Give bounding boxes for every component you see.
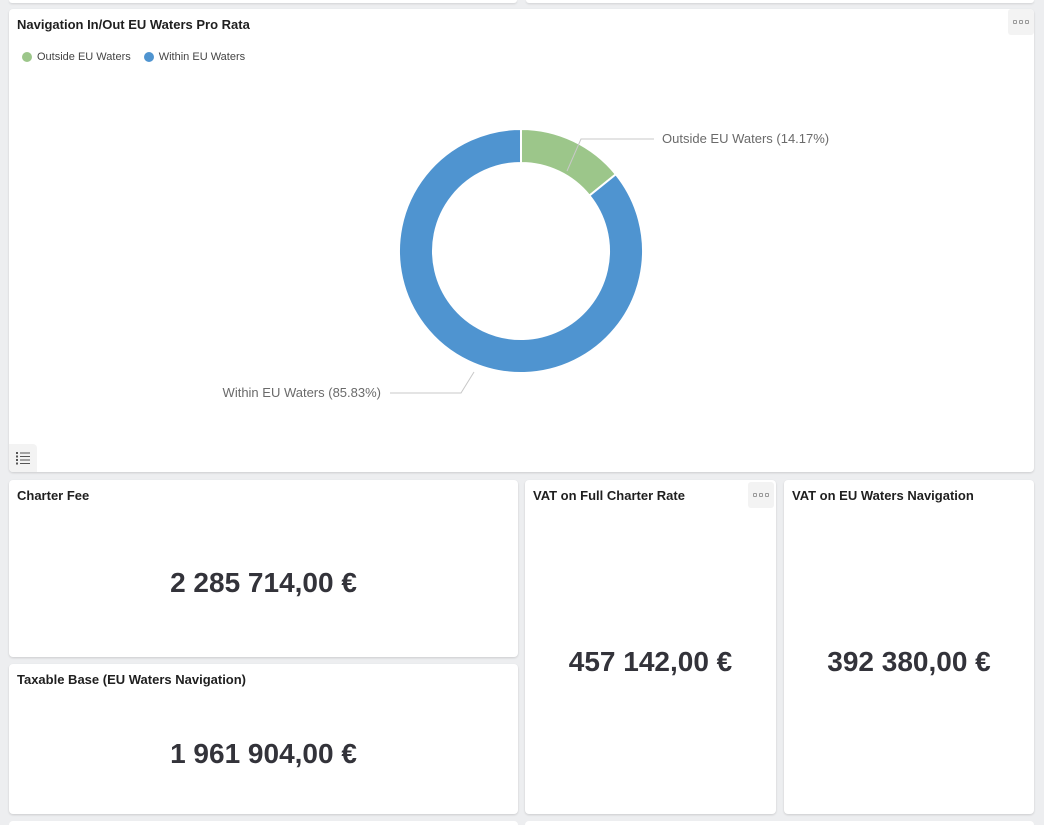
- previous-card-left-edge: [9, 0, 517, 3]
- vat-eu-navigation-title: VAT on EU Waters Navigation: [792, 488, 974, 503]
- slice-label-within-eu: Within EU Waters (85.83%): [223, 385, 381, 400]
- taxable-base-title: Taxable Base (EU Waters Navigation): [17, 672, 247, 687]
- next-card-right-edge: [525, 821, 1034, 825]
- next-card-left-edge: [9, 821, 518, 825]
- list-icon: [16, 452, 30, 465]
- charter-fee-value: 2 285 714,00 €: [170, 567, 357, 598]
- vat-full-charter-menu-button[interactable]: [748, 482, 774, 508]
- more-options-icon: [759, 493, 763, 497]
- vat-eu-navigation-card: VAT on EU Waters Navigation 392 380,00 €: [784, 480, 1034, 814]
- slice-label-outside-eu: Outside EU Waters (14.17%): [662, 131, 829, 146]
- vat-full-charter-value: 457 142,00 €: [568, 646, 733, 677]
- leader-line-within-eu: [390, 371, 475, 394]
- donut-chart: Outside EU Waters (14.17%) Within EU Wat…: [223, 127, 829, 400]
- donut-slices: [398, 127, 644, 374]
- charter-fee-title: Charter Fee: [17, 488, 90, 503]
- vat-full-charter-title: VAT on Full Charter Rate: [533, 488, 685, 503]
- more-options-icon: [765, 493, 769, 497]
- previous-card-right-edge: [526, 0, 1034, 3]
- more-options-icon: [753, 493, 757, 497]
- vat-full-charter-card: VAT on Full Charter Rate 457 142,00 €: [525, 480, 776, 814]
- taxable-base-card: Taxable Base (EU Waters Navigation) 1 96…: [9, 664, 518, 814]
- vat-eu-navigation-value: 392 380,00 €: [827, 646, 991, 677]
- donut-chart-card: Navigation In/Out EU Waters Pro Rata Out…: [9, 9, 1034, 472]
- taxable-base-value: 1 961 904,00 €: [170, 738, 357, 769]
- list-view-button[interactable]: [9, 444, 37, 472]
- charter-fee-card: Charter Fee 2 285 714,00 €: [9, 480, 518, 657]
